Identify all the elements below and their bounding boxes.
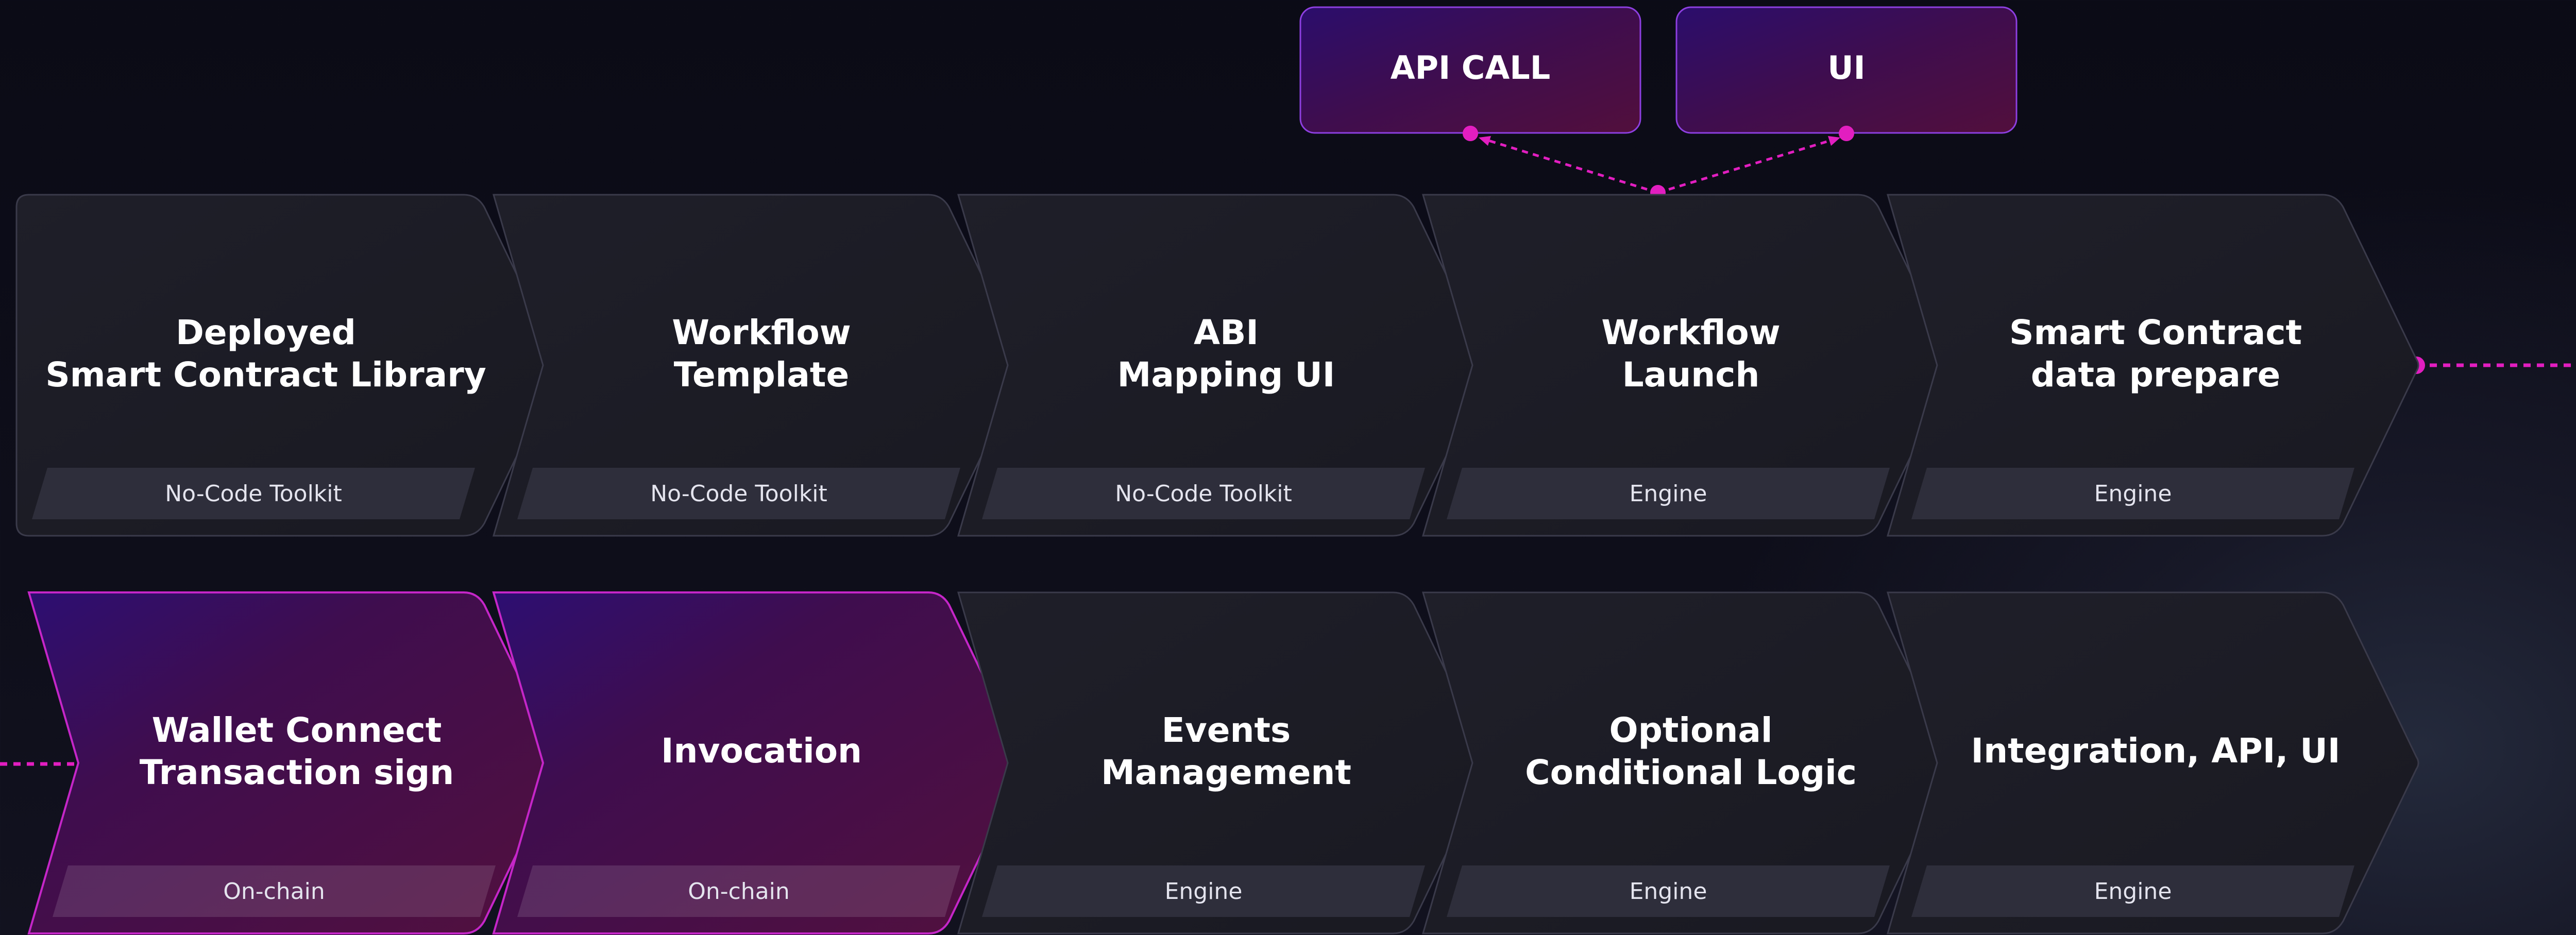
step-title-line: Workflow (1601, 313, 1780, 352)
step-title-line: Launch (1622, 355, 1760, 395)
step-title: Integration, API, UI (1971, 731, 2341, 771)
connector-to-ui-arrowhead (1828, 136, 1840, 146)
step-tag-label: Engine (1630, 481, 1707, 507)
workflow-diagram: API CALL UI Deployed Smart Contract Libra… (0, 6, 2576, 934)
step-tag-label: On-chain (223, 878, 325, 905)
step-tag-label: Engine (1630, 878, 1707, 905)
connector-to-api-call (1483, 138, 1658, 194)
step-title-line: Deployed (176, 313, 356, 352)
connector-to-ui (1657, 138, 1836, 194)
step-title-line: data prepare (2031, 355, 2281, 395)
step-2-1: Wallet Connect Transaction sign On-chain (27, 591, 561, 934)
step-title-line: Workflow (672, 313, 851, 352)
step-title-line: Smart Contract Library (45, 355, 486, 395)
step-title-line: Integration, API, UI (1971, 731, 2341, 771)
step-tag-label: No-Code Toolkit (1115, 481, 1292, 507)
connector-dot-api-call (1463, 126, 1478, 141)
step-2-5: Integration, API, UI Engine (1887, 591, 2419, 934)
connector-dot-ui (1839, 126, 1854, 141)
step-tag-label: On-chain (688, 878, 790, 905)
step-title-line: Transaction sign (140, 753, 454, 792)
process-row-1: Deployed Smart Contract Library No-Code To… (15, 194, 2419, 537)
step-1-3: ABI Mapping UI No-Code Toolkit (957, 194, 1490, 537)
step-title-line: ABI (1194, 313, 1259, 352)
step-2-3: Events Management Engine (957, 591, 1490, 934)
top-boxes: API CALL UI (1299, 6, 2018, 134)
step-title-line: Template (674, 355, 850, 395)
step-2-2: Invocation On-chain (492, 591, 1025, 934)
step-title-line: Events (1162, 710, 1291, 750)
step-title-line: Mapping UI (1117, 355, 1335, 395)
step-1-1: Deployed Smart Contract Library No-Code To… (15, 194, 561, 537)
process-row-2: Wallet Connect Transaction signOn-chainIn… (27, 591, 2419, 934)
ui-label: UI (1827, 49, 1865, 87)
step-1-4: Workflow Launch Engine (1422, 194, 1955, 537)
step-tag-label: Engine (2094, 481, 2172, 507)
step-title-line: Smart Contract (2009, 313, 2302, 352)
step-title-line: Management (1101, 753, 1351, 792)
ui-box: UI (1675, 6, 2018, 134)
step-title-line: Optional (1609, 710, 1772, 750)
step-2-4: Optional Conditional Logic Engine (1422, 591, 1955, 934)
api-call-box: API CALL (1299, 6, 1641, 134)
step-1-5: Smart Contract data prepare Engine (1887, 194, 2419, 537)
connector-to-api-call-arrowhead (1479, 136, 1491, 146)
step-1-2: Workflow Template No-Code Toolkit (493, 194, 1025, 537)
step-tag-label: No-Code Toolkit (165, 481, 342, 507)
step-title-line: Wallet Connect (152, 710, 442, 750)
step-tag-label: Engine (2094, 878, 2172, 905)
step-tag-label: Engine (1165, 878, 1243, 905)
step-title-line: Invocation (661, 731, 862, 771)
api-call-label: API CALL (1391, 49, 1551, 87)
step-title: Invocation (661, 731, 862, 771)
step-title-line: Conditional Logic (1525, 753, 1857, 792)
step-tag-label: No-Code Toolkit (650, 481, 827, 507)
